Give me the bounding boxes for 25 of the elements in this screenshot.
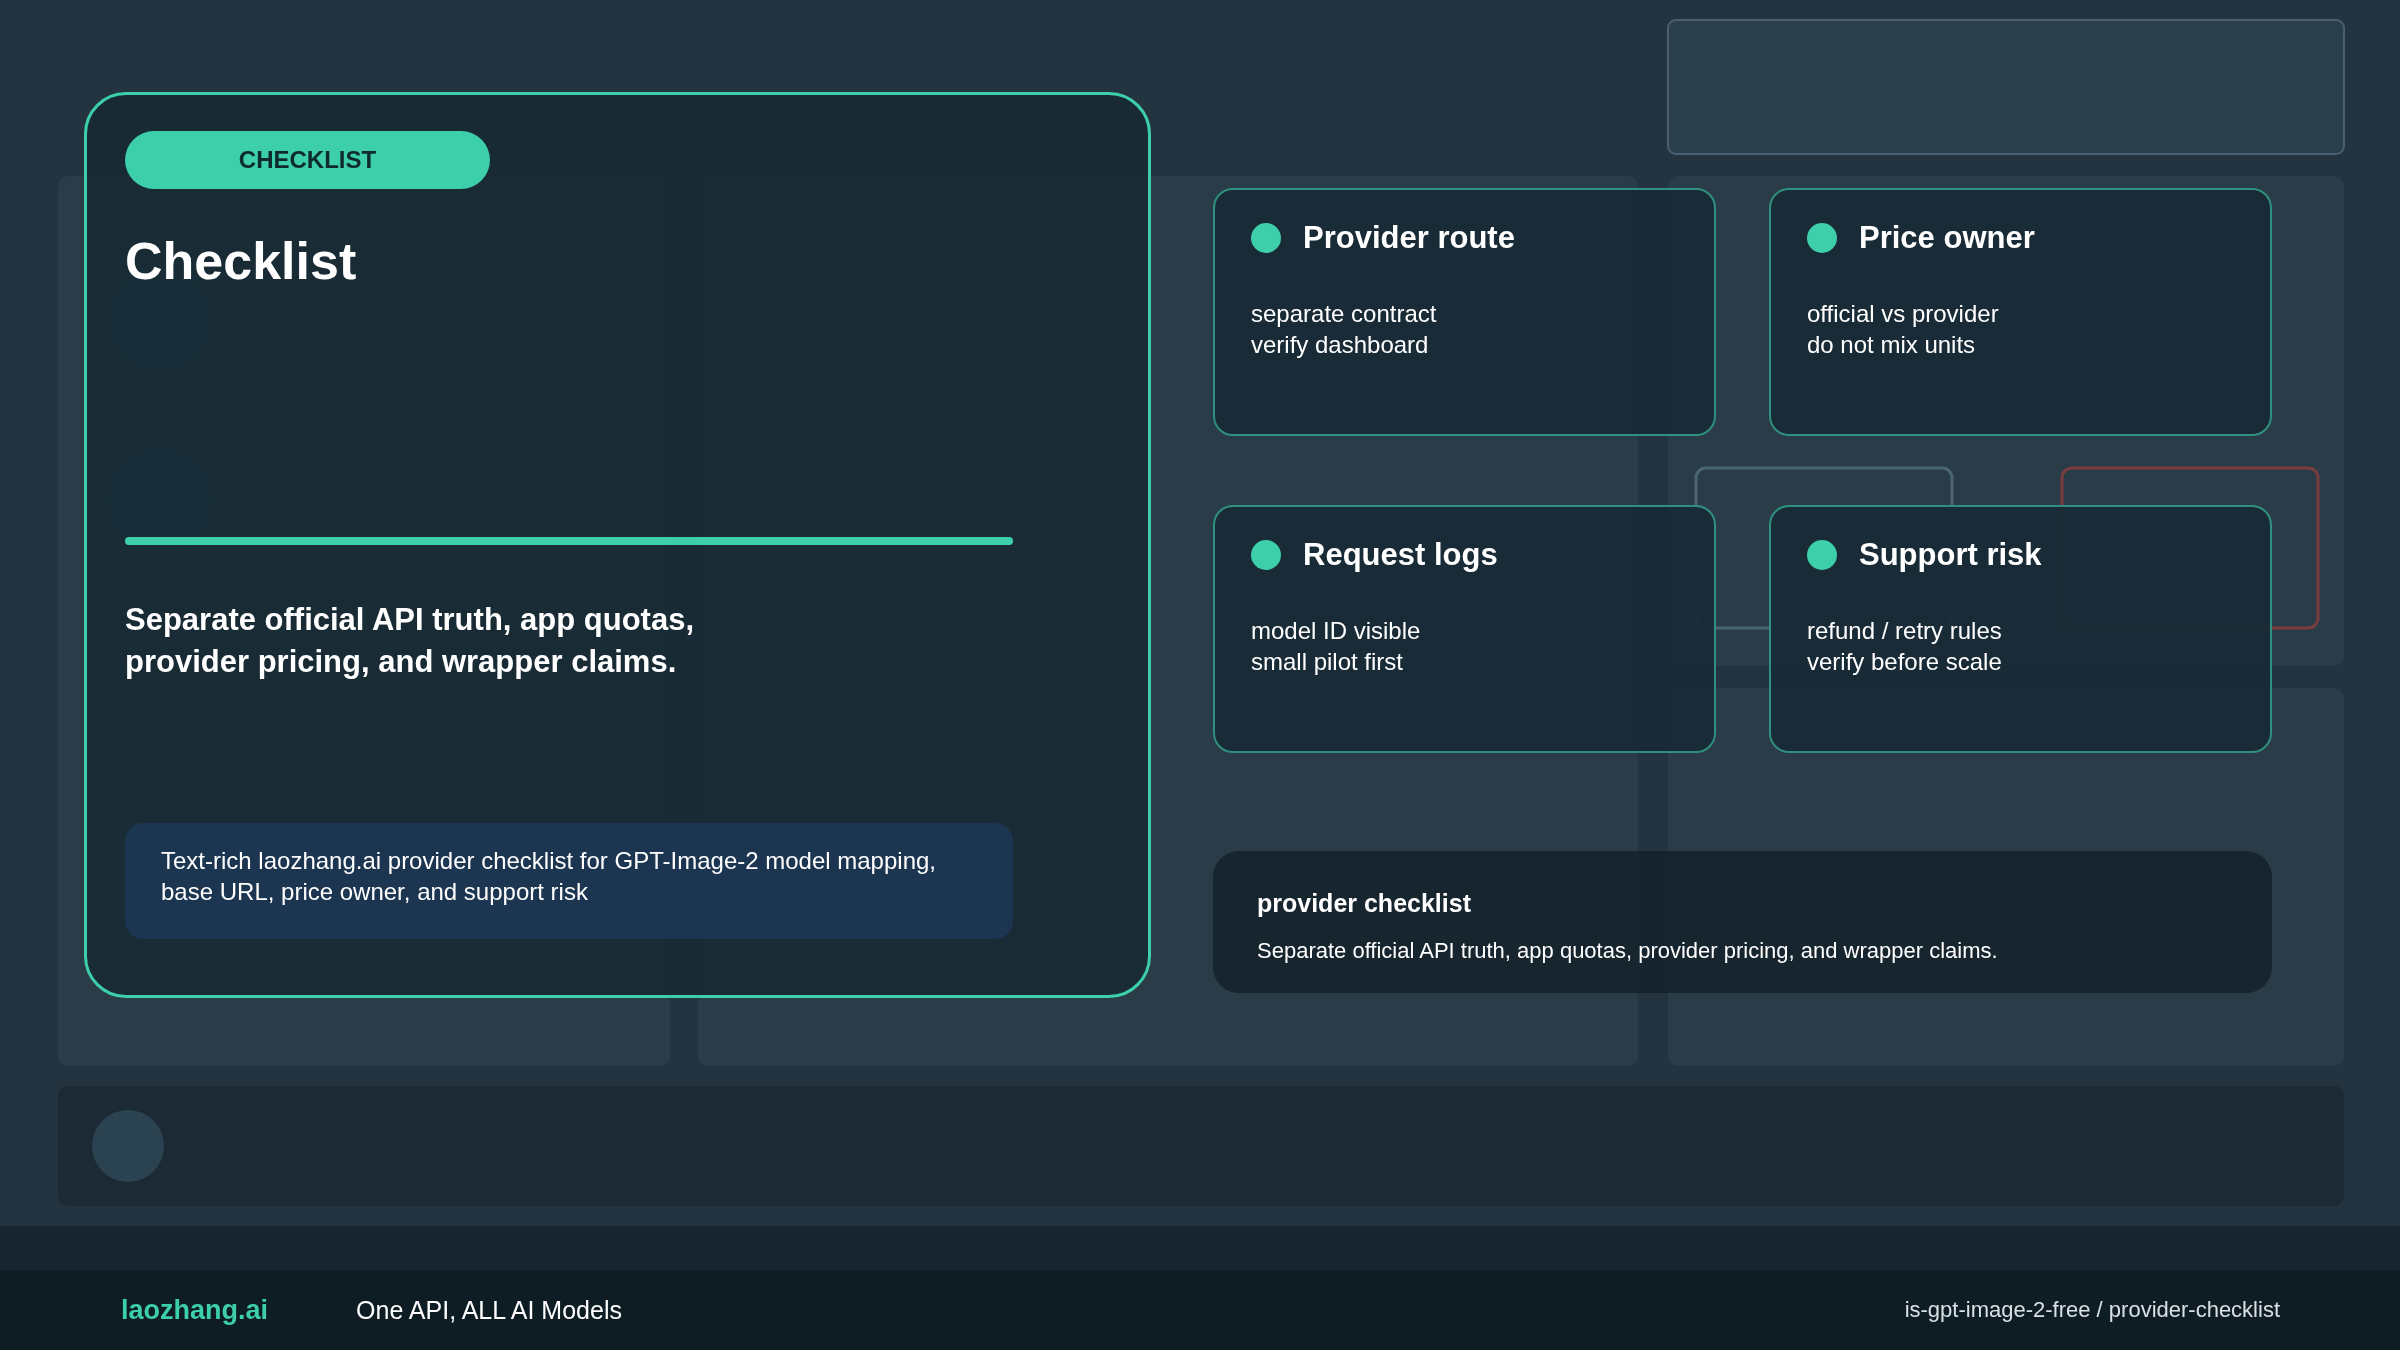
card-title: Request logs [1303,537,1498,573]
summary-text: Separate official API truth, app quotas, provider pricing, and wrapper claims. [125,601,695,681]
checklist-badge: CHECKLIST [125,131,490,189]
note-title: provider checklist [1257,889,1472,918]
card-title: Support risk [1859,537,2042,573]
panel-title: Checklist [125,231,358,291]
status-dot [1807,223,1837,253]
description-text: Text-rich laozhang.ai provider checklist for GPT-Image-2 model mapping, base URL, price owner, and support risk [125,823,1013,939]
status-dot [1251,223,1281,253]
card-line: model ID visible [1251,616,1422,646]
card-line: small pilot first [1251,647,1405,677]
status-dot [1807,540,1837,570]
card-line: official vs provider [1807,299,2000,329]
brand-link[interactable]: laozhang.ai [121,1294,269,1326]
page-path: is-gpt-image-2-free / provider-checklist [1904,1297,2280,1323]
card-title: Price owner [1859,220,2035,256]
status-dot [1251,540,1281,570]
note-text: Separate official API truth, app quotas, provider pricing, and wrapper claims. [1257,938,1999,964]
card-line: verify dashboard [1251,330,1430,360]
card-line: verify before scale [1807,647,2003,677]
card-line: do not mix units [1807,330,1977,360]
card-line: refund / retry rules [1807,616,2003,646]
tagline: One API, ALL AI Models [356,1295,622,1325]
card-line: separate contract [1251,299,1438,329]
card-title: Provider route [1303,220,1515,256]
